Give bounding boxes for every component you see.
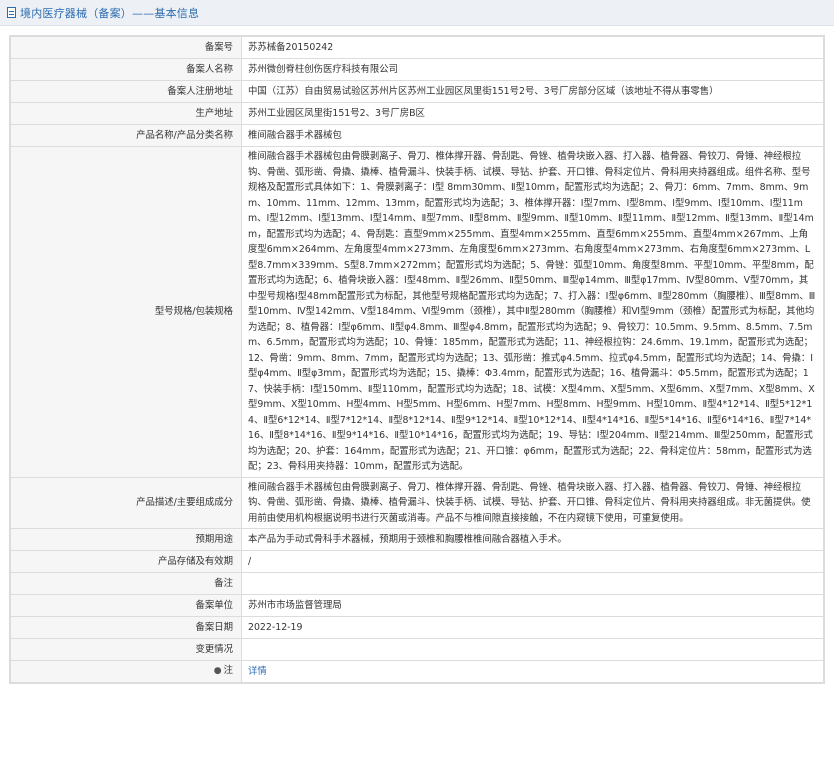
details-link[interactable]: 详情 — [248, 666, 267, 677]
production-address: 苏州工业园区凤里街151号2、3号厂房B区 — [241, 102, 824, 125]
table-row: 产品存储及有效期 / — [10, 550, 824, 573]
row-label: 备案日期 — [10, 616, 242, 639]
table-row: 产品名称/产品分类名称 椎间融合器手术器械包 — [10, 124, 824, 147]
filer-address: 中国（江苏）自由贸易试验区苏州片区苏州工业园区凤里街151号2号、3号厂房部分区… — [241, 80, 824, 103]
row-label: 预期用途 — [10, 528, 242, 551]
row-label: 生产地址 — [10, 102, 242, 125]
storage-validity: / — [241, 550, 824, 573]
model-spec: 椎间融合器手术器械包由骨膜剥离子、骨刀、椎体撑开器、骨刮匙、骨锉、植骨块嵌入器、… — [241, 146, 824, 478]
row-label: 备注 — [10, 572, 242, 595]
row-label: 产品存储及有效期 — [10, 550, 242, 573]
row-label: 备案单位 — [10, 594, 242, 617]
product-name: 椎间融合器手术器械包 — [241, 124, 824, 147]
table-row: 备注 — [10, 572, 824, 595]
product-description: 椎间融合器手术器械包由骨膜剥离子、骨刀、椎体撑开器、骨刮匙、骨锉、植骨块嵌入器、… — [241, 476, 824, 529]
table-row: 备案人注册地址 中国（江苏）自由贸易试验区苏州片区苏州工业园区凤里街151号2号… — [10, 80, 824, 103]
record-unit: 苏州市市场监督管理局 — [241, 594, 824, 617]
row-label: 产品描述/主要组成成分 — [10, 476, 242, 529]
table-row: 生产地址 苏州工业园区凤里街151号2、3号厂房B区 — [10, 102, 824, 125]
info-table: 备案号 苏苏械备20150242 备案人名称 苏州微创脊柱创伤医疗科技有限公司 … — [9, 35, 825, 684]
record-date: 2022-12-19 — [241, 616, 824, 639]
row-label: 备案人注册地址 — [10, 80, 242, 103]
note-label-cell: ● 注 — [10, 660, 242, 683]
table-row: 备案人名称 苏州微创脊柱创伤医疗科技有限公司 — [10, 58, 824, 81]
row-label: 变更情况 — [10, 638, 242, 661]
page-header: 境内医疗器械（备案）——基本信息 — [0, 0, 834, 26]
row-label: 产品名称/产品分类名称 — [10, 124, 242, 147]
table-row: 型号规格/包装规格 椎间融合器手术器械包由骨膜剥离子、骨刀、椎体撑开器、骨刮匙、… — [10, 146, 824, 478]
intended-use: 本产品为手动式骨科手术器械，预期用于颈椎和胸腰椎椎间融合器植入手术。 — [241, 528, 824, 551]
change-info — [241, 638, 824, 661]
row-label: 备案人名称 — [10, 58, 242, 81]
remark — [241, 572, 824, 595]
table-row: 备案单位 苏州市市场监督管理局 — [10, 594, 824, 617]
document-icon — [7, 7, 16, 18]
page-title: 境内医疗器械（备案）——基本信息 — [20, 6, 200, 20]
table-row: 变更情况 — [10, 638, 824, 661]
row-label: 型号规格/包装规格 — [10, 146, 242, 478]
table-row: ● 注 详情 — [10, 660, 824, 683]
table-row: 备案日期 2022-12-19 — [10, 616, 824, 639]
note-cell: 详情 — [241, 660, 824, 683]
table-row: 产品描述/主要组成成分 椎间融合器手术器械包由骨膜剥离子、骨刀、椎体撑开器、骨刮… — [10, 476, 824, 529]
lightbulb-icon: ● — [213, 666, 222, 677]
row-label: 备案号 — [10, 36, 242, 59]
record-number: 苏苏械备20150242 — [241, 36, 824, 59]
table-row: 备案号 苏苏械备20150242 — [10, 36, 824, 59]
row-label: 注 — [223, 665, 233, 677]
filer-name: 苏州微创脊柱创伤医疗科技有限公司 — [241, 58, 824, 81]
table-row: 预期用途 本产品为手动式骨科手术器械，预期用于颈椎和胸腰椎椎间融合器植入手术。 — [10, 528, 824, 551]
